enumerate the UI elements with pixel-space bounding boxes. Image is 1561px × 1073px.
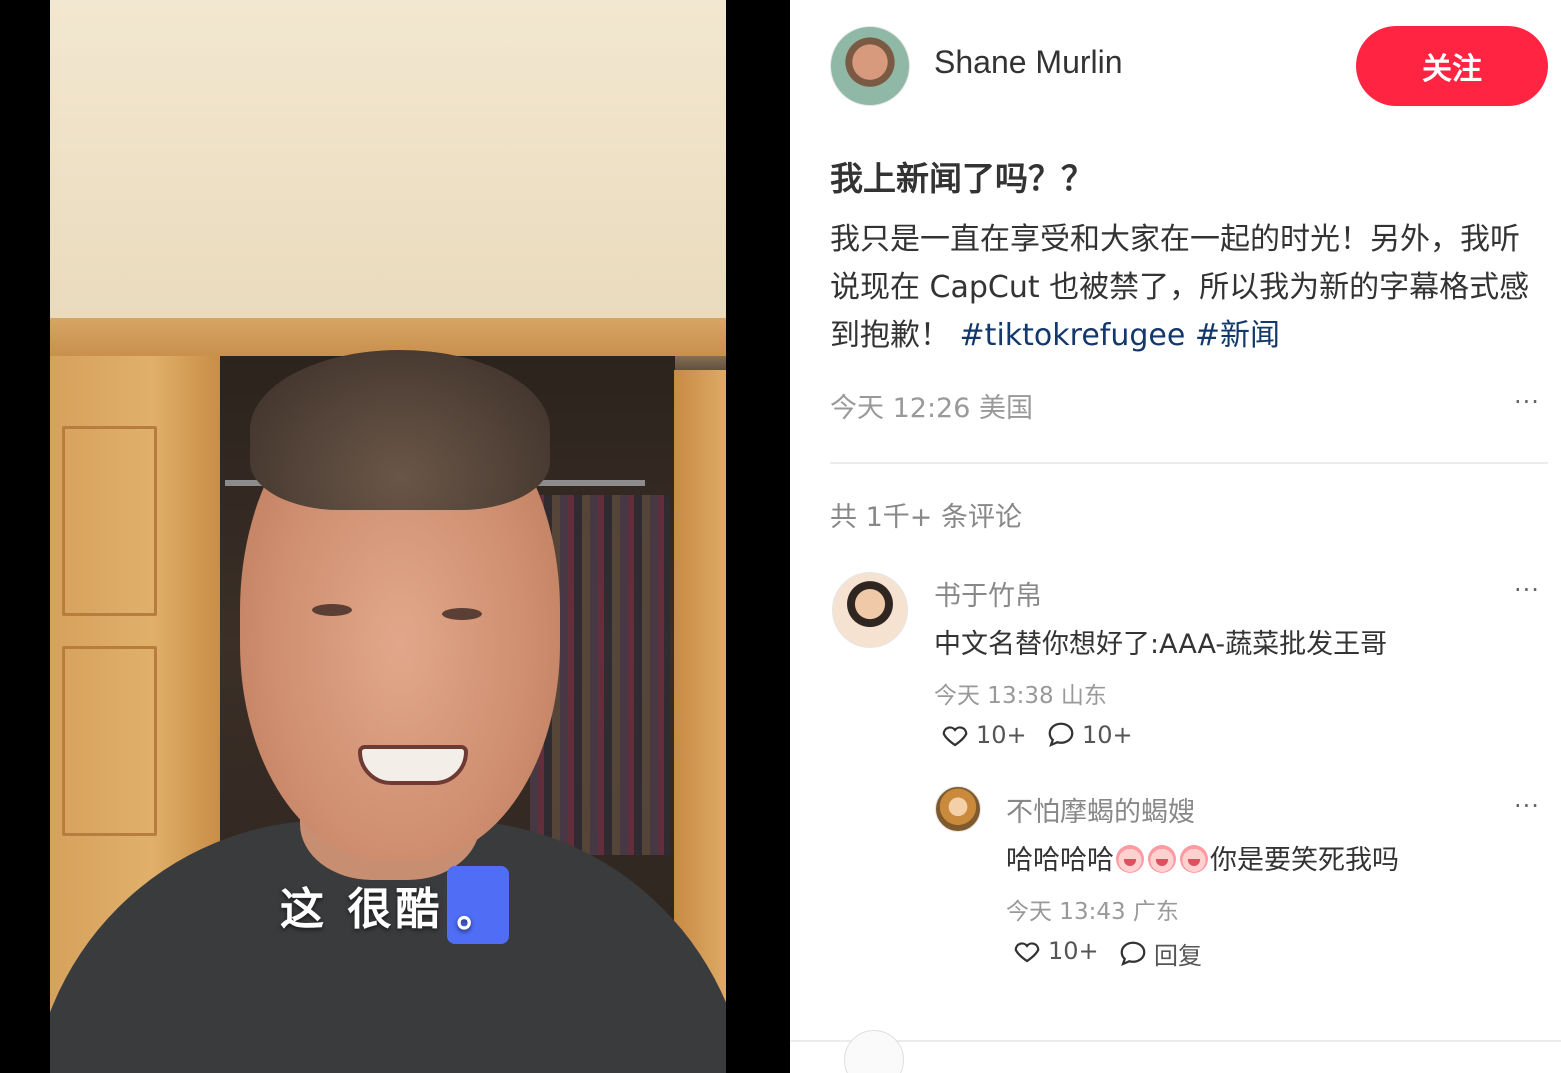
reply-username[interactable]: 不怕摩蝎的蝎嫂 (1006, 790, 1195, 829)
crying-laughing-emoji-icon (1180, 845, 1208, 873)
reply-like-count: 10+ (1048, 937, 1099, 965)
comment-avatar[interactable] (832, 572, 908, 648)
reply-button-label: 回复 (1154, 942, 1202, 970)
video-wall (50, 0, 726, 318)
bottom-avatar[interactable] (844, 1030, 904, 1073)
reply-text: 哈哈哈哈 你是要笑死我吗 (1006, 838, 1399, 877)
author-name[interactable]: Shane Murlin (934, 44, 1123, 81)
post-tag[interactable]: #新闻 (1195, 318, 1280, 353)
comment-reply-count-button[interactable]: 10+ (1046, 720, 1133, 750)
reply-text-before: 哈哈哈哈 (1006, 845, 1114, 876)
speech-bubble-icon (1120, 941, 1146, 966)
video-frame[interactable]: 这 很酷 。 (50, 0, 726, 1073)
post-title: 我上新闻了吗？？ (830, 159, 1094, 198)
post-tag[interactable]: #tiktokrefugee (960, 318, 1186, 353)
post-panel: Shane Murlin 关注 我上新闻了吗？？ 我只是一直在享受和大家在一起的… (790, 0, 1561, 1073)
video-person-mouth (358, 745, 468, 785)
crying-laughing-emoji-icon (1148, 845, 1176, 873)
reply-text-after: 你是要笑死我吗 (1210, 845, 1399, 876)
comment-more-icon[interactable]: ··· (1514, 576, 1540, 604)
heart-outline-icon (1014, 942, 1040, 963)
follow-button[interactable]: 关注 (1356, 26, 1548, 106)
video-person-eye (312, 604, 352, 616)
speech-bubble-icon (1048, 722, 1074, 748)
video-person-eye (442, 608, 482, 620)
video-player[interactable]: 这 很酷 。 (0, 0, 790, 1073)
reply-avatar[interactable] (935, 786, 981, 832)
crying-laughing-emoji-icon (1116, 845, 1144, 873)
video-subtitle: 这 很酷 。 (280, 866, 510, 944)
comment-count: 共 1千+ 条评论 (830, 502, 1022, 533)
video-person-hair (250, 350, 550, 510)
bottom-bar (790, 1040, 1561, 1073)
post-description: 我只是一直在享受和大家在一起的时光！另外，我听说现在 CapCut 也被禁了，所… (830, 216, 1542, 360)
heart-outline-icon (942, 726, 968, 747)
reply-more-icon[interactable]: ··· (1514, 792, 1540, 820)
comment-meta: 今天 13:38 山东 (934, 683, 1107, 709)
comment-text: 中文名替你想好了:AAA-蔬菜批发王哥 (934, 629, 1388, 660)
comment-like-button[interactable]: 10+ (940, 720, 1027, 750)
comment-reply-count: 10+ (1082, 721, 1133, 749)
reply-like-button[interactable]: 10+ (1012, 936, 1099, 966)
comment-like-count: 10+ (976, 721, 1027, 749)
author-avatar[interactable] (830, 26, 910, 106)
post-more-icon[interactable]: ··· (1514, 388, 1540, 416)
post-meta: 今天 12:26 美国 (830, 393, 1033, 424)
reply-meta: 今天 13:43 广东 (1006, 899, 1179, 925)
divider (830, 462, 1548, 464)
video-subtitle-mark: 。 (447, 866, 510, 944)
reply-button[interactable]: 回复 (1118, 936, 1202, 971)
comment-username[interactable]: 书于竹帛 (934, 574, 1042, 613)
video-subtitle-text: 这 很酷 (280, 884, 444, 935)
